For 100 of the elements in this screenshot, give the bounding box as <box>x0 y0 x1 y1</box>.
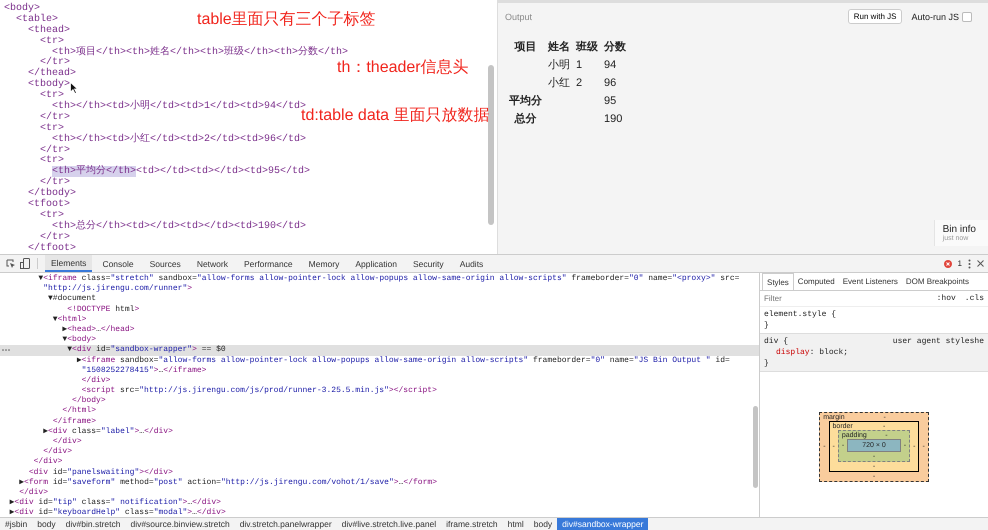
dom-node-line[interactable]: ▼#document <box>0 294 96 304</box>
devtools-tab[interactable]: Memory <box>302 255 346 272</box>
error-count: 1 <box>958 259 962 268</box>
devtools-tab[interactable]: Audits <box>454 255 490 272</box>
dom-node-line[interactable]: </html> <box>0 406 96 416</box>
dom-node-line[interactable]: ▼<body> <box>0 335 96 344</box>
code-line: <body> <box>4 3 40 14</box>
code-line: <tr> <box>39 210 64 221</box>
dom-node-line[interactable]: ▶<div id="keyboardHelp" class="modal">…</div> <box>0 508 226 517</box>
dom-node-line[interactable]: ▼<html> <box>0 314 86 324</box>
table-cell-text: 2 <box>575 76 584 90</box>
dom-node-line[interactable]: ▶<iframe sandbox="allow-forms allow-pointer-lock allow-popups allow-same-origin allow-scripts" frameborder="0" name="JS Bin Output " id= <box>0 356 730 364</box>
dom-node-line[interactable]: </iframe> <box>0 416 96 426</box>
styles-tab[interactable]: Computed <box>794 273 839 290</box>
dom-node-line[interactable]: </div> <box>0 457 62 466</box>
annotation-text: table里面只有三个子标签 <box>197 10 376 30</box>
closing-brace: } <box>764 320 770 331</box>
devtools-tab[interactable]: Console <box>96 255 140 272</box>
rule-source: user agent styleshe <box>892 336 984 347</box>
table-cell-text: 1 <box>575 58 584 72</box>
mouse-cursor-icon <box>70 82 78 94</box>
table-cell-text: 190 <box>603 112 624 126</box>
annotation-text: td:table data 里面只放数据 <box>301 107 490 126</box>
table-cell-text: 95 <box>603 94 618 108</box>
devtools-tab[interactable]: Application <box>349 255 403 272</box>
error-icon[interactable] <box>944 260 952 268</box>
dom-node-line[interactable]: "http://js.jirengu.com/runner"> <box>0 284 192 294</box>
dom-node-line[interactable]: ▼<iframe class="stretch" sandbox="allow-forms allow-pointer-lock allow-popups allow-same-origin allow-scripts" frameborder="0" name="<proxy>" src= <box>0 274 740 283</box>
filter-field[interactable]: Filter <box>764 294 928 303</box>
dom-node-line[interactable]: </body> <box>0 396 106 406</box>
dom-node-line[interactable]: </div> <box>0 376 110 385</box>
code-line: <table> <box>15 14 58 25</box>
close-icon[interactable] <box>977 260 984 267</box>
code-line: </tr> <box>40 232 70 243</box>
run-button[interactable]: Run with JS <box>848 9 902 24</box>
styles-tab[interactable]: DOM Breakpoints <box>902 273 973 290</box>
class-toggle[interactable]: .cls <box>964 294 984 303</box>
breadcrumb[interactable]: div#bin.stretch <box>60 518 126 530</box>
scrollbar-thumb[interactable] <box>753 406 758 488</box>
ellipsis-icon[interactable] <box>2 349 10 352</box>
dom-node-line[interactable]: <script src="http://js.jirengu.com/js/prod/runner-3.25.5.min.js"></script> <box>0 386 437 396</box>
devtools-tab[interactable]: Network <box>190 255 234 272</box>
auto-run-checkbox[interactable] <box>962 12 972 22</box>
table-header: 分数 <box>603 40 627 54</box>
css-selector: element.style { <box>764 309 836 320</box>
breadcrumb[interactable]: div#live.stretch.live.panel <box>336 518 442 530</box>
table-header: 项目 <box>513 40 538 54</box>
devtools-tab[interactable]: Security <box>406 255 450 272</box>
row-header: 总分 <box>513 112 538 126</box>
code-line: <th>项目</th><th>姓名</th><th>班级</th><th>分数</th> <box>52 46 348 58</box>
code-line: <tr> <box>39 122 64 134</box>
device-icon[interactable] <box>20 258 30 269</box>
table-cell-text: 96 <box>603 76 618 90</box>
breadcrumb[interactable]: #jsbin <box>0 518 32 530</box>
dom-node-line[interactable]: ▶<div id="tip" class=" notification">…</div> <box>0 498 221 508</box>
code-line: </tfoot> <box>27 242 76 254</box>
code-line: <th>总分</th><td></td><td></td><td>190</td> <box>52 220 306 232</box>
styles-tab[interactable]: Styles <box>762 273 794 290</box>
code-line: <tfoot> <box>27 199 70 210</box>
dom-node-line[interactable]: ▶<div class="label">…</div> <box>0 426 173 436</box>
hover-state-toggle[interactable]: :hov <box>936 294 956 303</box>
breadcrumb[interactable]: html <box>502 518 529 530</box>
more-options-icon[interactable] <box>968 258 971 268</box>
auto-run-label: Auto-run JS <box>911 12 959 22</box>
dom-node-line[interactable]: </div> <box>0 488 48 497</box>
dom-node-line[interactable]: "1508252278415">…</iframe> <box>0 366 206 375</box>
code-line: </tr> <box>39 112 70 123</box>
code-line: <thead> <box>27 24 70 36</box>
dom-node-line[interactable]: <div id="panelswaiting"></div> <box>0 468 173 477</box>
table-cell-text: 小明 <box>547 58 571 72</box>
dom-node-line[interactable]: </div> <box>0 447 72 456</box>
dom-node-line[interactable]: ▶<head>…</head> <box>0 324 134 334</box>
devtools-tab[interactable]: Performance <box>238 255 299 272</box>
table-cell-text: 小红 <box>547 76 571 90</box>
breadcrumb[interactable]: div.stretch.panelwrapper <box>234 518 337 530</box>
panel-title: Output <box>505 12 532 22</box>
devtools-tab[interactable]: Sources <box>144 255 187 272</box>
breadcrumb[interactable]: div#sandbox-wrapper <box>557 518 648 530</box>
code-line: <tbody> <box>27 79 70 90</box>
table-cell-text: 94 <box>603 58 618 72</box>
table-header: 班级 <box>574 40 599 54</box>
code-line: </tr> <box>40 57 70 68</box>
breadcrumb[interactable]: body <box>32 518 61 530</box>
inspect-icon[interactable] <box>6 258 16 268</box>
scrollbar-thumb[interactable] <box>488 65 494 225</box>
dom-node-line[interactable]: ▶<form id="saveform" method="post" action="http://js.jirengu.com/vohot/1/save">…</form> <box>0 478 438 487</box>
code-line: </thead> <box>27 68 76 80</box>
breadcrumb[interactable]: iframe.stretch <box>441 518 503 530</box>
code-line: <tr> <box>39 90 64 102</box>
css-selector: div { <box>764 336 788 347</box>
breadcrumb[interactable]: body <box>528 518 558 530</box>
code-line: <th></th><td>小红</td><td>2</td><td>96</td> <box>52 134 306 145</box>
styles-tab[interactable]: Event Listeners <box>838 273 902 290</box>
table-header: 姓名 <box>546 40 571 54</box>
dom-node-line[interactable]: <!DOCTYPE html> <box>0 304 140 314</box>
selected-code: <th>平均分</th> <box>52 166 136 178</box>
breadcrumb[interactable]: div#source.binview.stretch <box>125 518 235 530</box>
devtools-tab[interactable]: Elements <box>45 255 92 272</box>
dom-node-line[interactable]: </div> <box>0 437 82 446</box>
code-line: </tr> <box>39 144 70 156</box>
